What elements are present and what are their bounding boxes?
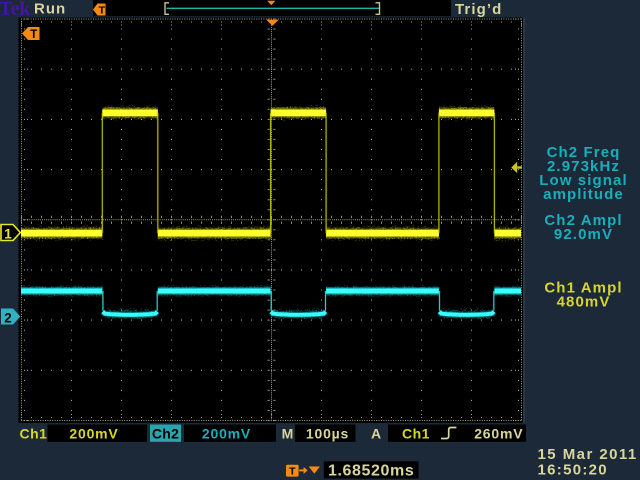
svg-text:2: 2 [4,310,12,325]
svg-text:Run: Run [34,1,66,18]
svg-text:M: M [282,426,294,442]
svg-text:15 Mar 2011: 15 Mar 2011 [538,446,638,463]
svg-text:Ch1: Ch1 [20,426,48,442]
svg-text:92.0mV: 92.0mV [554,226,613,243]
svg-text:Tek: Tek [0,0,31,20]
svg-text:480mV: 480mV [557,294,611,311]
svg-text:200mV: 200mV [202,426,251,442]
svg-text:1.68520ms: 1.68520ms [328,462,414,479]
svg-text:260mV: 260mV [474,426,523,442]
svg-text:1: 1 [4,226,12,241]
svg-text:T: T [30,29,37,41]
svg-text:T: T [99,5,106,17]
svg-text:16:50:20: 16:50:20 [538,462,608,479]
svg-text:Trig’d: Trig’d [455,1,502,18]
svg-text:A: A [371,426,381,442]
svg-text:Ch1: Ch1 [402,426,430,442]
svg-text:amplitude: amplitude [543,186,624,203]
svg-text:200mV: 200mV [69,426,118,442]
svg-text:T: T [289,466,296,478]
svg-text:Ch2: Ch2 [152,426,179,442]
svg-text:100µs: 100µs [306,426,349,442]
